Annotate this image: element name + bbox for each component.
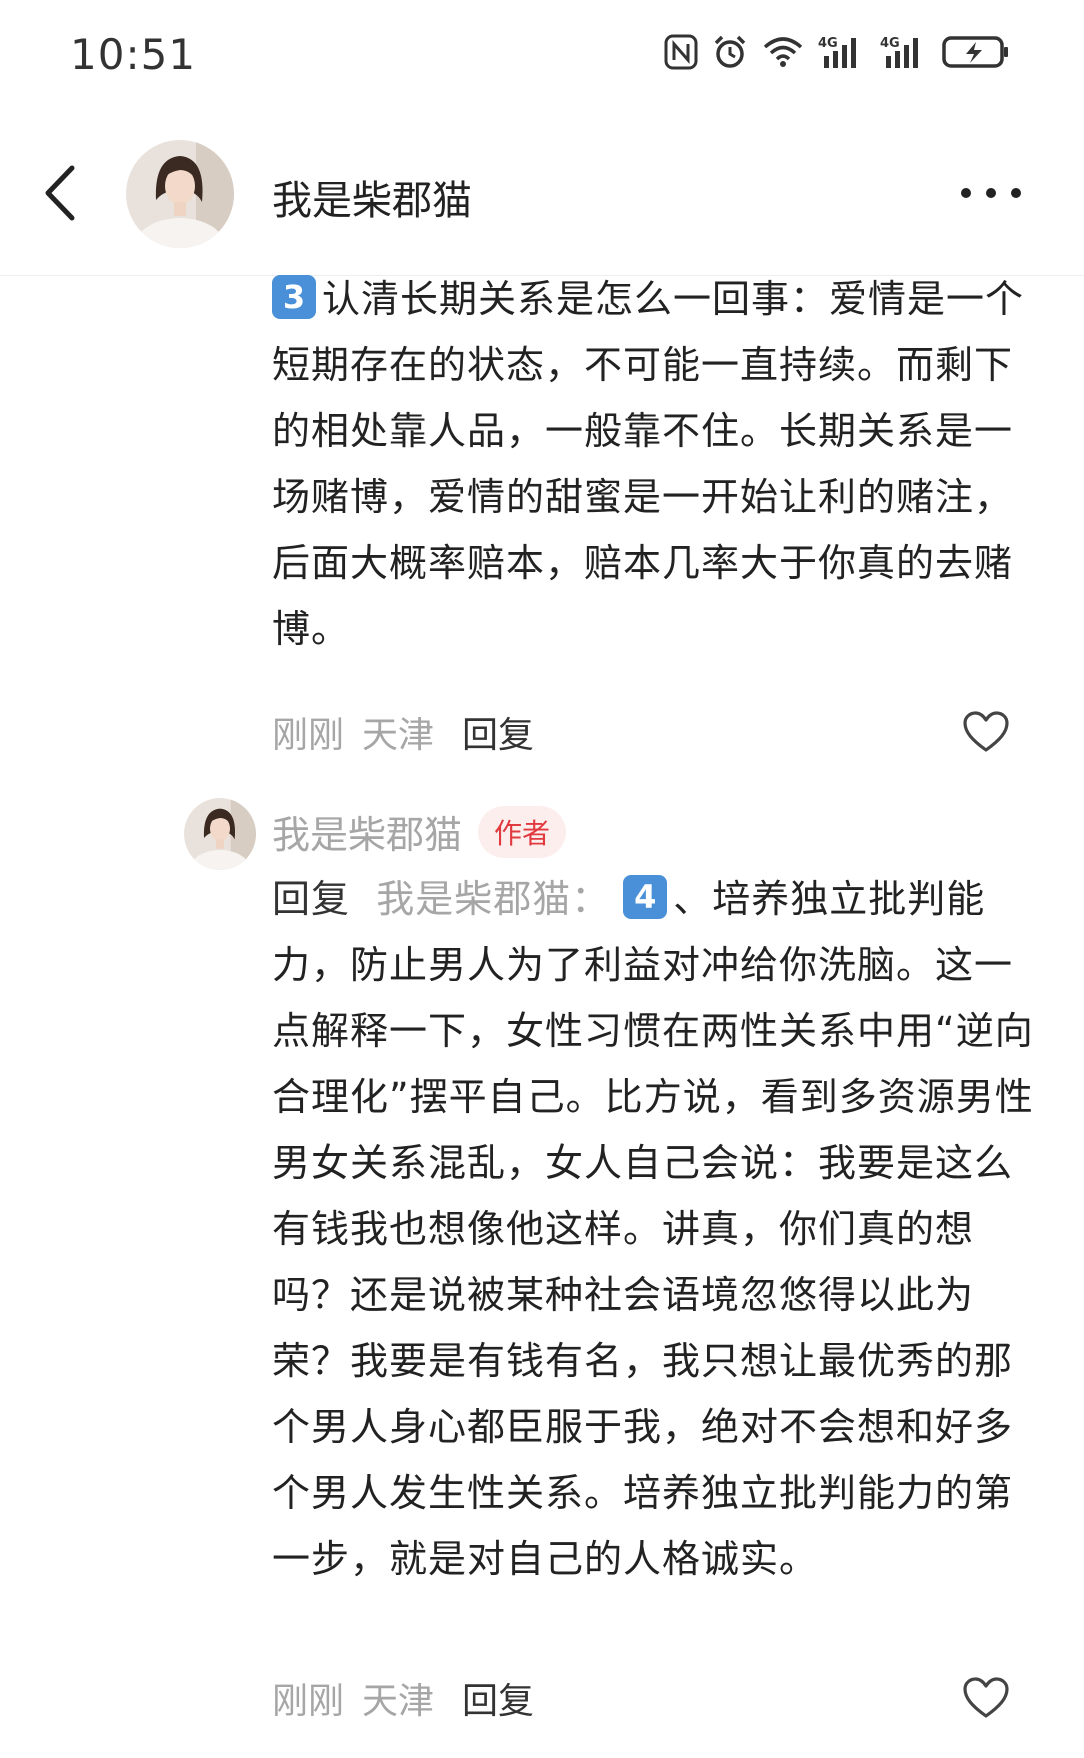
avatar[interactable]: [126, 140, 234, 248]
author-badge: 作者: [478, 805, 567, 858]
status-time: 10:51: [70, 30, 197, 79]
status-bar: 10:51 4G 4G: [0, 0, 1084, 110]
status-icons: 4G 4G: [664, 34, 1010, 70]
signal-4g-icon: 4G: [880, 34, 928, 70]
reply-avatar[interactable]: [184, 798, 256, 870]
comment-time: 刚刚: [272, 715, 345, 756]
reply-time: 刚刚: [272, 1681, 345, 1722]
network-label: 4G: [818, 36, 838, 51]
reply-text: 、培养独立批判能力，防止男人为了利益对冲给你洗脑。这一点解释一下，女性习惯在两性…: [272, 877, 1034, 1581]
back-chevron-icon[interactable]: [36, 158, 86, 228]
reply-location: 天津: [362, 1681, 435, 1722]
reply-target[interactable]: 我是柴郡猫：: [376, 877, 610, 921]
reply-button[interactable]: 回复: [462, 706, 534, 758]
number-badge-icon: 4: [623, 875, 668, 919]
signal-4g-icon: 4G: [818, 34, 866, 70]
number-badge-icon: 3: [272, 275, 316, 319]
like-heart-icon[interactable]: [962, 1676, 1010, 1720]
chat-header: 我是柴郡猫: [0, 110, 1084, 276]
reply-button[interactable]: 回复: [462, 1672, 534, 1724]
comment-meta: 刚刚 天津 回复: [272, 706, 534, 758]
alarm-icon: [712, 34, 748, 70]
chat-title: 我是柴郡猫: [272, 178, 472, 224]
network-label: 4G: [880, 36, 900, 51]
reply-author-row: 我是柴郡猫 作者: [272, 804, 567, 859]
nfc-icon: [664, 34, 698, 70]
battery-charging-icon: [942, 35, 1010, 69]
comment-text: 认清长期关系是怎么一回事：爱情是一个短期存在的状态，不可能一直持续。而剩下的相处…: [272, 277, 1025, 651]
comment-location: 天津: [362, 715, 435, 756]
reply-author-name[interactable]: 我是柴郡猫: [272, 804, 462, 859]
wifi-icon: [762, 35, 804, 69]
reply-prefix: 回复: [272, 877, 351, 921]
like-heart-icon[interactable]: [962, 710, 1010, 754]
reply-body: 回复 我是柴郡猫： 4 、培养独立批判能力，防止男人为了利益对冲给你洗脑。这一点解…: [272, 866, 1042, 1592]
more-dots-icon[interactable]: [956, 178, 1026, 208]
reply-meta: 刚刚 天津 回复: [272, 1672, 534, 1724]
comment-body: 3 认清长期关系是怎么一回事：爱情是一个短期存在的状态，不可能一直持续。而剩下的相…: [272, 266, 1042, 662]
